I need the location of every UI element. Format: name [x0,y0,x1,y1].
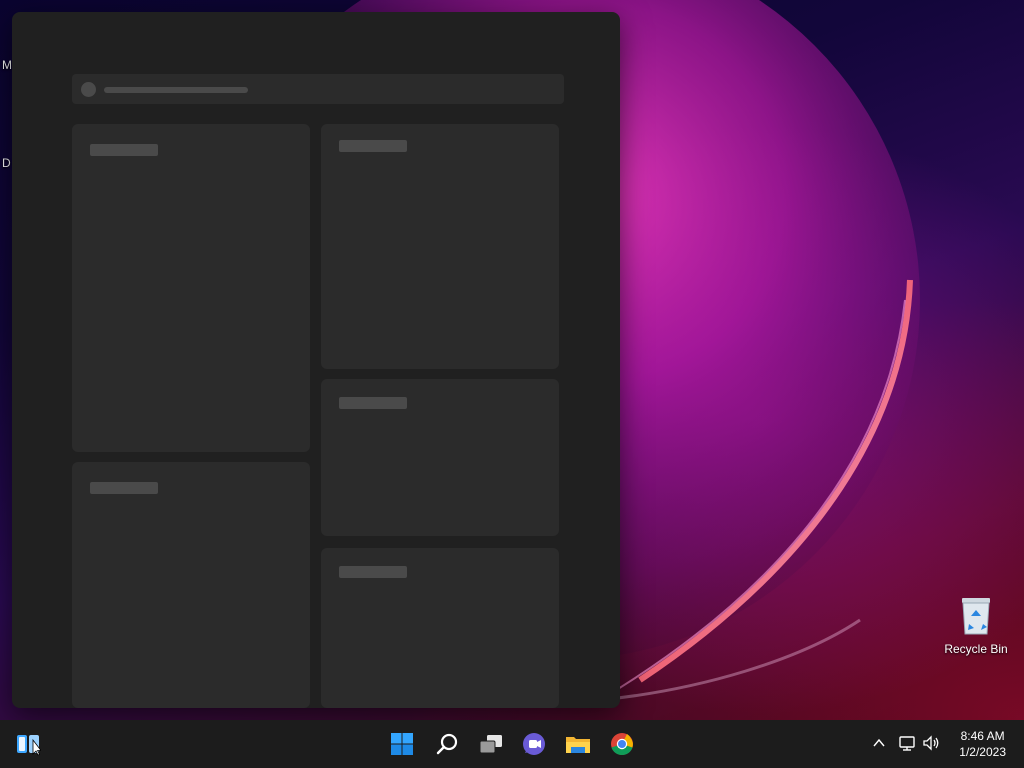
chevron-up-icon[interactable] [870,734,888,752]
widget-card[interactable] [321,124,559,369]
widget-card[interactable] [321,548,559,708]
widget-card-title-placeholder [339,140,407,152]
search-icon[interactable] [431,728,463,760]
desktop-icon-label: Recycle Bin [944,642,1008,656]
desktop-icon-recycle-bin[interactable]: Recycle Bin [940,596,1012,656]
start-windows-icon[interactable] [386,728,418,760]
network-icon[interactable] [897,733,917,753]
clock[interactable]: 8:46 AM 1/2/2023 [959,728,1006,760]
teams-chat-icon[interactable] [518,728,550,760]
volume-icon[interactable] [921,733,941,753]
desktop-edge-letter: M [2,58,12,72]
search-placeholder-icon [81,82,96,97]
widgets-search-bar[interactable] [72,74,564,104]
widget-card-title-placeholder [339,397,407,409]
widget-card[interactable] [72,462,310,708]
widget-card[interactable] [72,124,310,452]
widget-card[interactable] [321,379,559,536]
widget-card-title-placeholder [90,482,158,494]
chrome-icon[interactable] [606,728,638,760]
desktop-edge-letter: D [2,156,11,170]
widgets-panel[interactable] [12,12,620,708]
clock-time: 8:46 AM [960,729,1005,743]
clock-date: 1/2/2023 [959,745,1006,759]
recycle-bin-icon [959,596,993,636]
search-placeholder-text [104,87,248,93]
taskbar: 8:46 AM 1/2/2023 [0,720,1024,768]
widget-card-title-placeholder [90,144,158,156]
widget-card-title-placeholder [339,566,407,578]
task-view-icon[interactable] [475,728,507,760]
file-explorer-icon[interactable] [562,728,594,760]
widgets-icon[interactable] [12,728,44,760]
